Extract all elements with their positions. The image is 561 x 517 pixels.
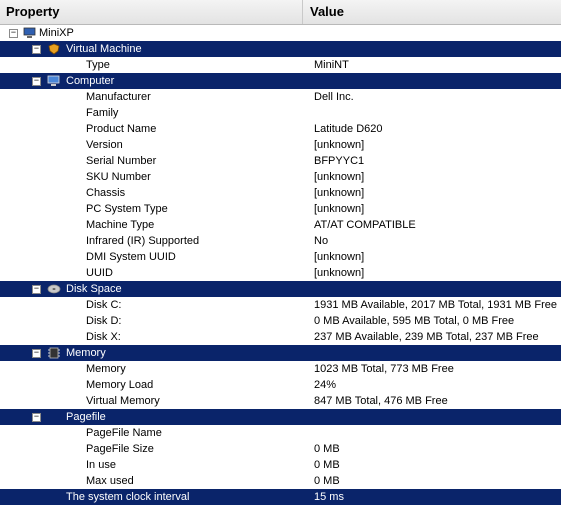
property-name: PageFile Name	[86, 427, 162, 439]
property-value: [unknown]	[314, 139, 365, 151]
property-value: 0 MB	[314, 459, 340, 471]
list-item[interactable]: Chassis [unknown]	[0, 185, 561, 201]
list-item[interactable]: PageFile Name	[0, 425, 561, 441]
list-item[interactable]: Memory Load 24%	[0, 377, 561, 393]
list-item[interactable]: Family	[0, 105, 561, 121]
computer-icon	[47, 75, 60, 86]
property-name: Machine Type	[86, 219, 155, 231]
property-value: 0 MB Available, 595 MB Total, 0 MB Free	[314, 315, 515, 327]
tree-root-minixp[interactable]: − MiniXP	[0, 25, 561, 41]
list-item[interactable]: Virtual Memory 847 MB Total, 476 MB Free	[0, 393, 561, 409]
section-label: Disk Space	[66, 283, 122, 295]
disk-icon	[47, 284, 61, 294]
property-name: In use	[86, 459, 116, 471]
property-name: Type	[86, 59, 110, 71]
property-value: [unknown]	[314, 267, 365, 279]
list-item[interactable]: PC System Type [unknown]	[0, 201, 561, 217]
property-name: SKU Number	[86, 171, 151, 183]
property-value: BFPYYC1	[314, 155, 365, 167]
property-value: 15 ms	[314, 491, 344, 503]
property-name: Disk D:	[86, 315, 122, 327]
property-name: Family	[86, 107, 119, 119]
property-name: Max used	[86, 475, 134, 487]
property-value: [unknown]	[314, 187, 365, 199]
shield-icon	[48, 43, 60, 55]
property-value: 237 MB Available, 239 MB Total, 237 MB F…	[314, 331, 539, 343]
list-item[interactable]: Disk X: 237 MB Available, 239 MB Total, 2…	[0, 329, 561, 345]
list-item[interactable]: Serial Number BFPYYC1	[0, 153, 561, 169]
property-value: 1931 MB Available, 2017 MB Total, 1931 M…	[314, 299, 557, 311]
list-item[interactable]: Version [unknown]	[0, 137, 561, 153]
section-label: Computer	[66, 75, 115, 87]
list-item[interactable]: DMI System UUID [unknown]	[0, 249, 561, 265]
tree-root-label: MiniXP	[39, 27, 74, 39]
property-column-header[interactable]: Property	[0, 0, 303, 24]
value-column-header[interactable]: Value	[304, 0, 561, 24]
property-value: [unknown]	[314, 203, 365, 215]
computer-icon	[23, 27, 36, 38]
list-item[interactable]: SKU Number [unknown]	[0, 169, 561, 185]
property-tree: − MiniXP − Virtual Machine Type MiniNT −…	[0, 25, 561, 505]
property-value: 0 MB	[314, 443, 340, 455]
collapse-icon[interactable]: −	[32, 285, 41, 294]
list-item[interactable]: Type MiniNT	[0, 57, 561, 73]
section-computer[interactable]: − Computer	[0, 73, 561, 89]
property-name: Memory	[86, 363, 126, 375]
collapse-icon[interactable]: −	[32, 349, 41, 358]
section-label: Memory	[66, 347, 106, 359]
property-value: MiniNT	[314, 59, 349, 71]
column-header: Property Value	[0, 0, 561, 25]
property-name: Disk X:	[86, 331, 121, 343]
property-value: AT/AT COMPATIBLE	[314, 219, 416, 231]
property-name: DMI System UUID	[86, 251, 176, 263]
system-clock-row[interactable]: The system clock interval 15 ms	[0, 489, 561, 505]
list-item[interactable]: PageFile Size 0 MB	[0, 441, 561, 457]
list-item[interactable]: Infrared (IR) Supported No	[0, 233, 561, 249]
property-value: 24%	[314, 379, 337, 391]
property-name: Virtual Memory	[86, 395, 160, 407]
memory-chip-icon	[48, 347, 60, 359]
section-disk-space[interactable]: − Disk Space	[0, 281, 561, 297]
section-memory[interactable]: − Memory	[0, 345, 561, 361]
property-name: Serial Number	[86, 155, 157, 167]
collapse-icon[interactable]: −	[32, 413, 41, 422]
property-name: Product Name	[86, 123, 157, 135]
property-value: Dell Inc.	[314, 91, 354, 103]
collapse-icon[interactable]: −	[32, 45, 41, 54]
list-item[interactable]: Max used 0 MB	[0, 473, 561, 489]
list-item[interactable]: Manufacturer Dell Inc.	[0, 89, 561, 105]
list-item[interactable]: Disk D: 0 MB Available, 595 MB Total, 0 M…	[0, 313, 561, 329]
list-item[interactable]: Machine Type AT/AT COMPATIBLE	[0, 217, 561, 233]
section-label: Pagefile	[66, 411, 106, 423]
property-value: [unknown]	[314, 171, 365, 183]
property-name: Infrared (IR) Supported	[86, 235, 200, 247]
section-pagefile[interactable]: − Pagefile	[0, 409, 561, 425]
property-name: Memory Load	[86, 379, 154, 391]
property-name: Manufacturer	[86, 91, 151, 103]
section-label: Virtual Machine	[66, 43, 142, 55]
list-item[interactable]: UUID [unknown]	[0, 265, 561, 281]
collapse-icon[interactable]: −	[9, 29, 18, 38]
collapse-icon[interactable]: −	[32, 77, 41, 86]
list-item[interactable]: In use 0 MB	[0, 457, 561, 473]
property-name: Disk C:	[86, 299, 122, 311]
section-virtual-machine[interactable]: − Virtual Machine	[0, 41, 561, 57]
property-name: Chassis	[86, 187, 126, 199]
list-item[interactable]: Memory 1023 MB Total, 773 MB Free	[0, 361, 561, 377]
property-value: 847 MB Total, 476 MB Free	[314, 395, 448, 407]
property-value: [unknown]	[314, 251, 365, 263]
property-name: Version	[86, 139, 123, 151]
property-value: Latitude D620	[314, 123, 383, 135]
property-name: The system clock interval	[66, 491, 190, 503]
property-value: No	[314, 235, 329, 247]
list-item[interactable]: Product Name Latitude D620	[0, 121, 561, 137]
property-name: PageFile Size	[86, 443, 154, 455]
list-item[interactable]: Disk C: 1931 MB Available, 2017 MB Total,…	[0, 297, 561, 313]
property-value: 0 MB	[314, 475, 340, 487]
property-name: UUID	[86, 267, 113, 279]
property-name: PC System Type	[86, 203, 168, 215]
property-value: 1023 MB Total, 773 MB Free	[314, 363, 454, 375]
